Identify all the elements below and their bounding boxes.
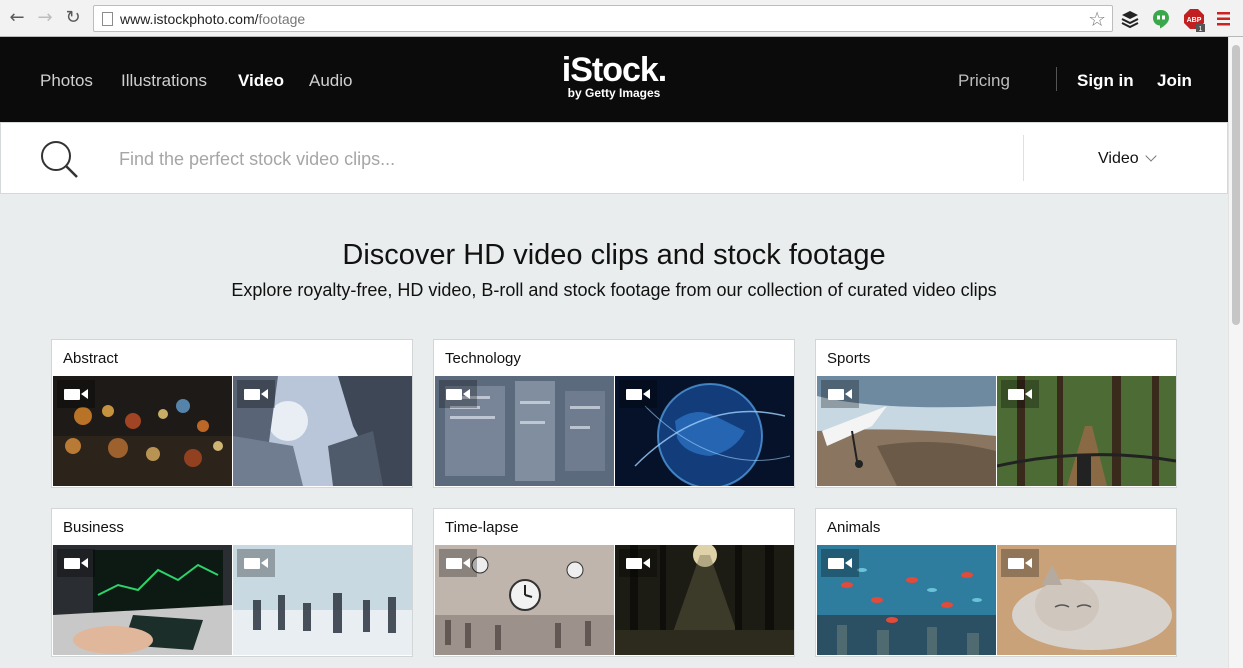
category-card-animals[interactable]: Animals xyxy=(815,508,1177,657)
address-bar[interactable]: www.istockphoto.com/footage ☆ xyxy=(93,5,1113,32)
join-link[interactable]: Join xyxy=(1157,71,1192,91)
thumbnail-bokeh-city-lights[interactable] xyxy=(53,376,232,486)
browser-toolbar: ← → ↻ www.istockphoto.com/footage ☆ ABP 1 xyxy=(0,0,1243,37)
svg-text:ABP: ABP xyxy=(1187,17,1202,24)
url-text[interactable]: www.istockphoto.com/footage xyxy=(120,11,305,27)
category-title: Time-lapse xyxy=(445,519,519,536)
thumbnail-hang-glider-coast[interactable] xyxy=(817,376,996,486)
url-path: footage xyxy=(258,11,306,27)
video-camera-icon xyxy=(57,549,95,577)
pricing-link[interactable]: Pricing xyxy=(958,71,1010,91)
category-title: Technology xyxy=(445,350,521,367)
video-camera-icon xyxy=(1001,549,1039,577)
category-card-time-lapse[interactable]: Time-lapse xyxy=(433,508,795,657)
thumbnail-data-screens[interactable] xyxy=(435,376,614,486)
page-icon xyxy=(102,12,113,26)
forward-icon[interactable]: → xyxy=(35,8,55,28)
category-title: Sports xyxy=(827,350,871,367)
reload-icon[interactable]: ↻ xyxy=(63,8,83,28)
thumbnail-sleeping-cat[interactable] xyxy=(997,545,1176,655)
category-card-abstract[interactable]: Abstract xyxy=(51,339,413,488)
video-camera-icon xyxy=(619,380,657,408)
chevron-down-icon xyxy=(1144,150,1157,162)
thumbnail-commuters-station[interactable] xyxy=(233,545,412,655)
video-camera-icon xyxy=(821,549,859,577)
logo-tagline: by Getty Images xyxy=(567,86,661,100)
category-card-sports[interactable]: Sports xyxy=(815,339,1177,488)
video-camera-icon xyxy=(1001,380,1039,408)
page-subtitle: Explore royalty-free, HD video, B-roll a… xyxy=(231,280,997,300)
buffer-extension-icon[interactable] xyxy=(1120,9,1140,29)
scrollbar-thumb[interactable] xyxy=(1232,45,1240,325)
bookmark-star-icon[interactable]: ☆ xyxy=(1088,7,1106,31)
page-title: Discover HD video clips and stock footag… xyxy=(342,239,886,271)
category-card-technology[interactable]: Technology xyxy=(433,339,795,488)
url-domain: www.istockphoto.com/ xyxy=(120,11,259,27)
header-divider xyxy=(1056,67,1057,91)
category-title: Animals xyxy=(827,519,881,536)
nav-illustrations[interactable]: Illustrations xyxy=(121,71,207,91)
search-input[interactable] xyxy=(119,145,999,173)
category-title: Business xyxy=(63,519,124,536)
video-camera-icon xyxy=(821,380,859,408)
video-camera-icon xyxy=(237,549,275,577)
video-camera-icon xyxy=(439,380,477,408)
video-camera-icon xyxy=(439,549,477,577)
search-bar: Video xyxy=(0,122,1228,194)
search-icon[interactable] xyxy=(39,139,81,181)
back-icon[interactable]: ← xyxy=(7,8,27,28)
thumbnail-mountain-bike-forest[interactable] xyxy=(997,376,1176,486)
nav-video[interactable]: Video xyxy=(238,71,284,91)
thumbnail-coral-reef-fish[interactable] xyxy=(817,545,996,655)
media-type-select[interactable]: Video xyxy=(1098,150,1157,168)
category-title: Abstract xyxy=(63,350,119,367)
svg-text:1: 1 xyxy=(1199,26,1203,33)
istock-logo[interactable]: iStock. by Getty Images xyxy=(558,51,670,111)
sign-in-link[interactable]: Sign in xyxy=(1077,71,1134,91)
page-scrollbar[interactable] xyxy=(1228,37,1243,668)
media-type-value: Video xyxy=(1098,150,1139,167)
category-card-business[interactable]: Business xyxy=(51,508,413,657)
video-camera-icon xyxy=(619,549,657,577)
site-header: Photos Illustrations Video Audio iStock.… xyxy=(0,37,1228,122)
thumbnail-digital-globe[interactable] xyxy=(615,376,794,486)
browser-menu-icon[interactable] xyxy=(1216,9,1236,29)
hangouts-extension-icon[interactable] xyxy=(1151,9,1171,29)
adblock-plus-icon[interactable]: ABP 1 xyxy=(1184,9,1205,33)
logo-wordmark: iStock. xyxy=(561,51,667,89)
search-divider xyxy=(1023,135,1024,181)
video-camera-icon xyxy=(57,380,95,408)
thumbnail-tablet-stock-charts[interactable] xyxy=(53,545,232,655)
thumbnail-station-clock-crowd[interactable] xyxy=(435,545,614,655)
nav-photos[interactable]: Photos xyxy=(40,71,93,91)
thumbnail-skyscrapers-looking-up[interactable] xyxy=(233,376,412,486)
video-camera-icon xyxy=(237,380,275,408)
nav-audio[interactable]: Audio xyxy=(309,71,352,91)
thumbnail-forest-sunbeams[interactable] xyxy=(615,545,794,655)
